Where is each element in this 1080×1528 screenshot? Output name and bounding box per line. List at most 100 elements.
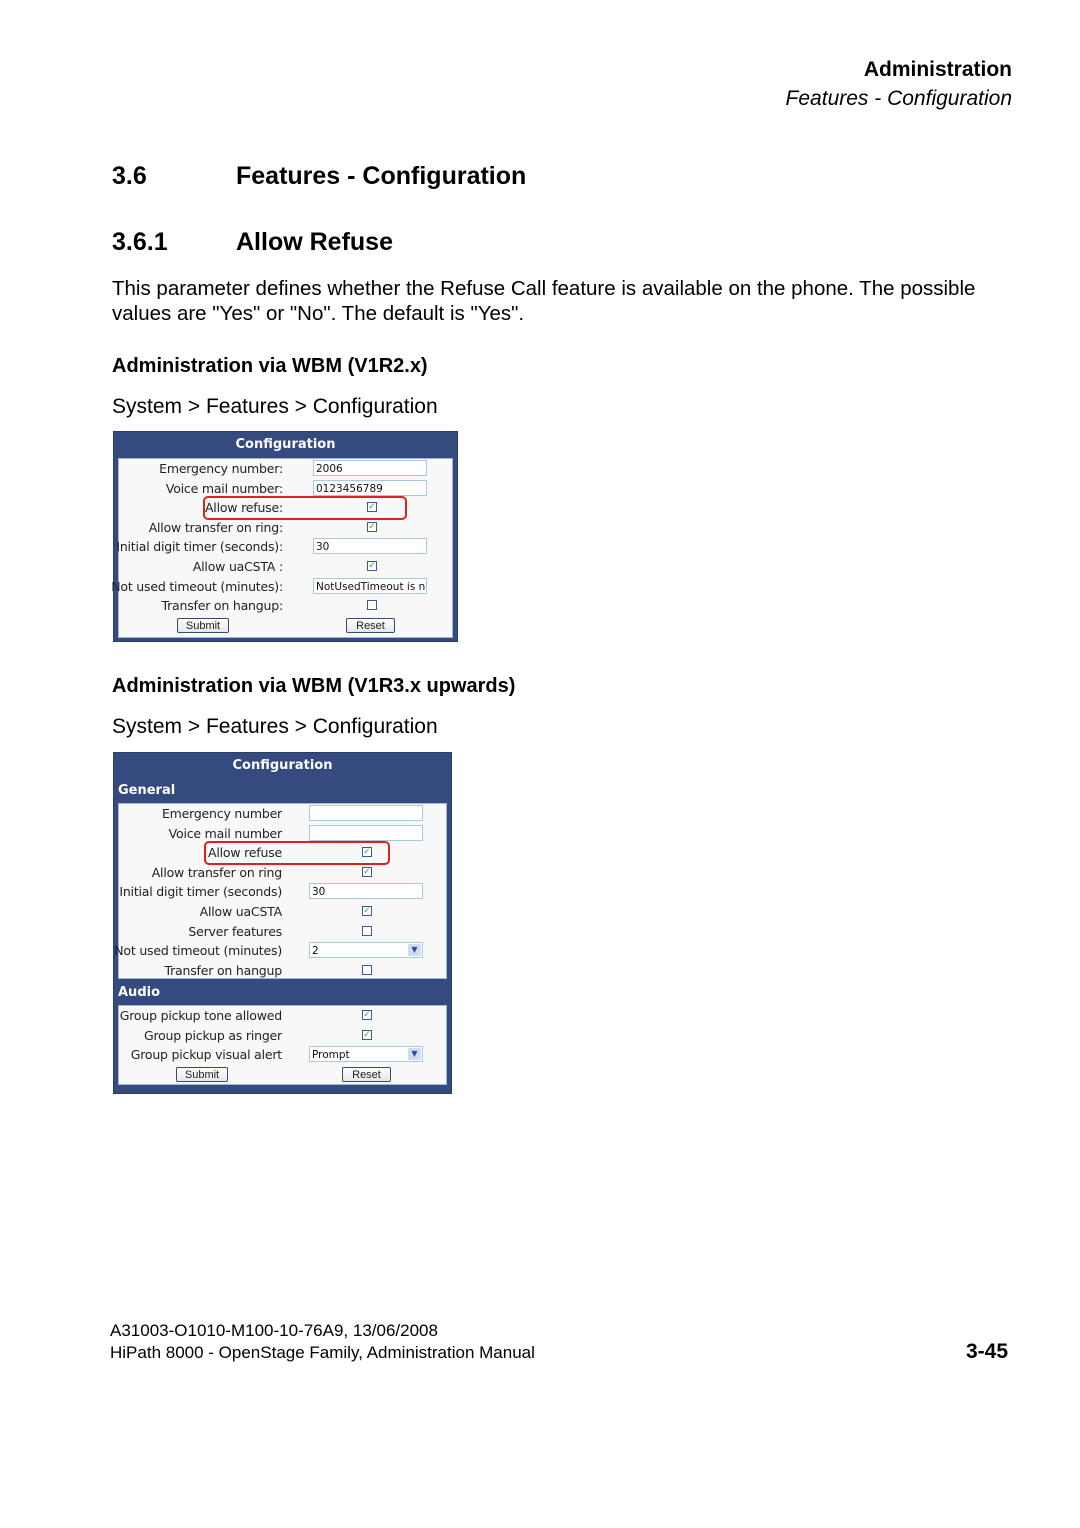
- field-value: 30: [312, 886, 326, 899]
- footer-manual-title: HiPath 8000 - OpenStage Family, Administ…: [110, 1343, 535, 1362]
- setting-row-allow-refuse: Allow refuse: ✓: [119, 496, 452, 521]
- chevron-down-icon[interactable]: ▼: [408, 1048, 421, 1061]
- footer-doc-id: A31003-O1010-M100-10-76A9, 13/06/2008: [110, 1321, 438, 1340]
- checkmark-icon: ✓: [363, 905, 371, 916]
- allow-transfer-on-ring-checkbox[interactable]: ✓: [367, 521, 377, 532]
- field-value: Prompt: [312, 1049, 350, 1062]
- section-heading: 3.6 Features - Configuration: [112, 162, 526, 191]
- subsection-title: Allow Refuse: [236, 228, 393, 256]
- reset-button[interactable]: Reset: [342, 1066, 391, 1082]
- setting-label: Allow transfer on ring:: [148, 519, 284, 535]
- setting-label: Not used timeout (minutes): [114, 943, 282, 959]
- running-header-title: Administration: [863, 58, 1012, 81]
- highlight-box: [203, 496, 407, 521]
- checkmark-icon: ✓: [363, 866, 371, 877]
- panel-title: Configuration: [232, 758, 333, 773]
- subsection-number: 3.6.1: [112, 228, 168, 256]
- setting-row-transfer-on-hangup: Transfer on hangup:: [119, 596, 452, 616]
- general-section-title: General: [118, 783, 176, 798]
- allow-uacsta-checkbox[interactable]: ✓: [362, 905, 372, 916]
- field-value: 30: [316, 541, 330, 554]
- setting-row-allow-uacsta: Allow uaCSTA ✓: [119, 902, 446, 922]
- running-header-subtitle: Features - Configuration: [785, 87, 1012, 110]
- section-title: Features - Configuration: [236, 162, 527, 190]
- transfer-on-hangup-checkbox[interactable]: [362, 964, 372, 975]
- setting-label: Not used timeout (minutes):: [111, 578, 283, 594]
- setting-label: Allow uaCSTA: [199, 903, 283, 919]
- setting-label: Allow transfer on ring: [151, 864, 282, 880]
- setting-label: Emergency number: [161, 806, 282, 821]
- submit-button[interactable]: Submit: [177, 617, 229, 633]
- setting-label: Group pickup as ringer: [143, 1027, 282, 1043]
- description-paragraph: This parameter defines whether the Refus…: [112, 277, 976, 325]
- button-row: Submit Reset: [119, 1065, 446, 1085]
- transfer-on-hangup-checkbox[interactable]: [367, 600, 377, 611]
- setting-row-emergency-number: Emergency number: 2006: [119, 459, 452, 479]
- initial-digit-timer-seconds-input[interactable]: 30: [309, 883, 423, 900]
- submit-button[interactable]: Submit: [176, 1066, 228, 1082]
- group-pickup-as-ringer-checkbox[interactable]: ✓: [362, 1029, 372, 1040]
- setting-label: Group pickup tone allowed: [119, 1008, 282, 1023]
- button-row: Submit Reset: [119, 616, 452, 636]
- highlight-box: [204, 841, 390, 866]
- chevron-down-icon[interactable]: ▼: [408, 944, 421, 957]
- panel-body: Emergency number: 2006 Voice mail number: 0…: [111, 458, 453, 638]
- section-number: 3.6: [112, 162, 147, 190]
- setting-row-transfer-on-hangup: Transfer on hangup: [119, 961, 446, 981]
- field-value: 2006: [316, 463, 343, 475]
- initial-digit-timer-seconds-input[interactable]: 30: [313, 538, 427, 555]
- v1r2-config-panel: Configuration Emergency number: 2006 Voice…: [111, 431, 458, 642]
- setting-row-group-pickup-visual-alert: Group pickup visual alert Prompt ▼: [119, 1045, 446, 1065]
- setting-row-emergency-number: Emergency number: [119, 804, 446, 824]
- subsection-heading: 3.6.1 Allow Refuse: [112, 228, 393, 257]
- checkmark-icon: ✓: [368, 560, 376, 571]
- setting-label: Group pickup visual alert: [130, 1047, 282, 1063]
- setting-row-group-pickup-as-ringer: Group pickup as ringer ✓: [119, 1026, 446, 1046]
- allow-transfer-on-ring-checkbox[interactable]: ✓: [362, 866, 372, 877]
- setting-row-allow-uacsta: Allow uaCSTA : ✓: [119, 557, 452, 577]
- setting-row-allow-refuse: Allow refuse ✓: [119, 841, 446, 866]
- v1r3-config-panel: Configuration General Emergency number Vo…: [113, 752, 452, 1094]
- v1r3-heading: Administration via WBM (V1R3.x upwards): [112, 675, 516, 697]
- panel-title: Configuration: [235, 437, 336, 452]
- setting-row-allow-transfer-on-ring: Allow transfer on ring ✓: [119, 863, 446, 883]
- not-used-timeout-minutes-input[interactable]: NotUsedTimeout is nc: [313, 577, 427, 594]
- server-features-checkbox[interactable]: [362, 925, 372, 936]
- setting-label: Server features: [188, 923, 282, 939]
- allow-uacsta-checkbox[interactable]: ✓: [367, 560, 377, 571]
- v1r2-heading: Administration via WBM (V1R2.x): [112, 355, 428, 377]
- v1r2-menu-path: System > Features > Configuration: [112, 395, 438, 418]
- setting-label: Emergency number:: [159, 461, 283, 476]
- checkmark-icon: ✓: [363, 1010, 371, 1020]
- emergency-number-input[interactable]: [309, 805, 423, 821]
- checkmark-icon: ✓: [363, 1029, 371, 1040]
- field-value: 0123456789: [316, 482, 383, 495]
- setting-label: Transfer on hangup: [164, 962, 283, 978]
- setting-row-not-used-timeout-minutes: Not used timeout (minutes) 2 ▼: [114, 941, 446, 961]
- setting-label: Allow uaCSTA :: [192, 558, 283, 574]
- voice-mail-number-input[interactable]: 0123456789: [313, 479, 427, 496]
- v1r3-menu-path: System > Features > Configuration: [112, 715, 438, 738]
- audio-section-title: Audio: [118, 985, 161, 1000]
- audio-section-body: Group pickup tone allowed ✓ Group pickup a…: [118, 1005, 447, 1085]
- group-pickup-visual-alert-select[interactable]: Prompt ▼: [309, 1046, 423, 1063]
- emergency-number-input[interactable]: 2006: [313, 460, 427, 476]
- field-value: NotUsedTimeout is nc: [316, 580, 427, 593]
- not-used-timeout-minutes-select[interactable]: 2 ▼: [309, 942, 423, 959]
- field-value: 2: [312, 945, 319, 958]
- voice-mail-number-input[interactable]: [309, 824, 423, 841]
- setting-row-server-features: Server features: [119, 922, 446, 942]
- setting-row-group-pickup-tone-allowed: Group pickup tone allowed ✓: [119, 1006, 446, 1026]
- setting-label: Initial digit timer (seconds):: [116, 539, 283, 555]
- setting-row-initial-digit-timer-seconds: Initial digit timer (seconds) 30: [119, 882, 446, 902]
- setting-row-initial-digit-timer-seconds: Initial digit timer (seconds): 30: [116, 537, 452, 557]
- reset-button[interactable]: Reset: [346, 617, 395, 633]
- page-number: 3-45: [965, 1340, 1008, 1363]
- general-section-body: Emergency number Voice mail number Allow r…: [114, 803, 447, 981]
- group-pickup-tone-allowed-checkbox[interactable]: ✓: [362, 1010, 372, 1020]
- setting-row-not-used-timeout-minutes: Not used timeout (minutes): NotUsedTimeou…: [111, 577, 452, 597]
- setting-row-allow-transfer-on-ring: Allow transfer on ring: ✓: [119, 518, 452, 538]
- setting-label: Initial digit timer (seconds): [119, 884, 282, 900]
- setting-label: Transfer on hangup:: [161, 598, 284, 614]
- checkmark-icon: ✓: [368, 521, 376, 532]
